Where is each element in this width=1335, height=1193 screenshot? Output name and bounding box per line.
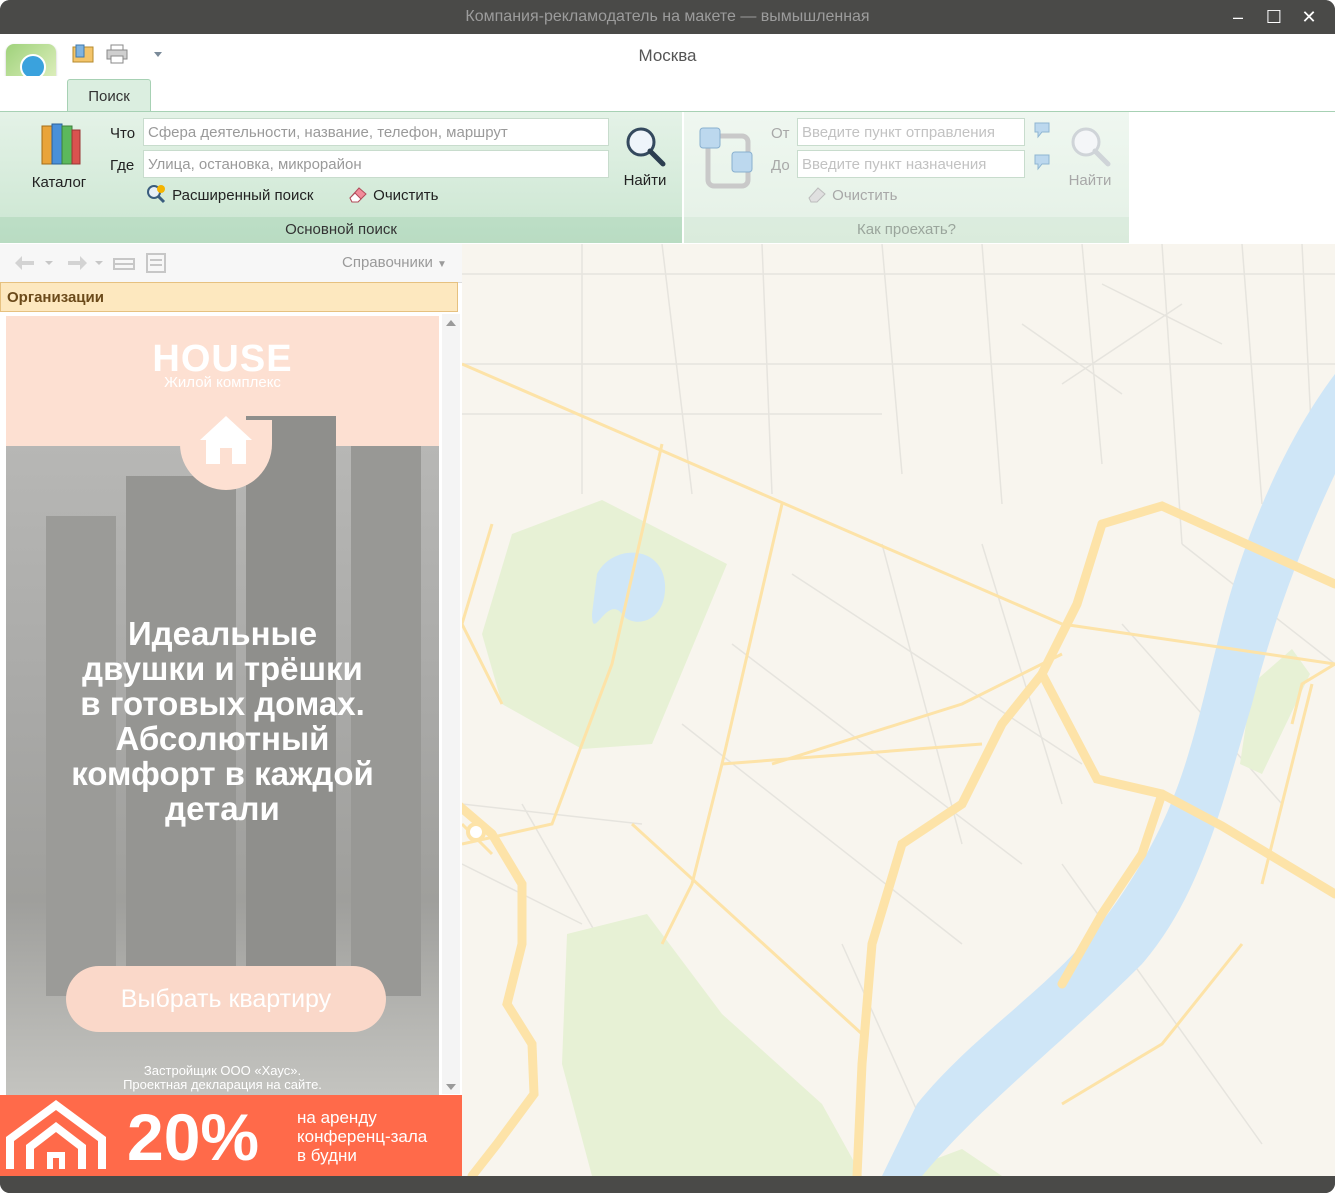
where-label: Где xyxy=(110,157,135,174)
ad-banner[interactable]: HOUSE Жилой комплекс Идеальные двушки и … xyxy=(6,316,439,1096)
what-input[interactable]: Сфера деятельности, название, телефон, м… xyxy=(143,118,609,146)
panel-scrollbar[interactable] xyxy=(442,314,460,1094)
clear-button[interactable]: Очистить xyxy=(347,184,438,208)
route-clear-label: Очистить xyxy=(832,186,898,204)
advanced-search-button[interactable]: Расширенный поиск xyxy=(146,184,313,208)
ad-footer: Застройщик ООО «Хаус». Проектная деклара… xyxy=(6,1064,439,1092)
promo-line: конференц-зала xyxy=(297,1127,428,1146)
find-button[interactable]: Найти xyxy=(616,124,674,189)
catalog-icon xyxy=(41,123,81,165)
tab-search[interactable]: Поиск xyxy=(67,79,151,113)
ad-headline-line: двушки и трёшки xyxy=(82,650,363,687)
what-label: Что xyxy=(110,125,136,142)
ad-headline-line: Идеальные xyxy=(127,615,318,652)
ad-footer-line: Проектная декларация на сайте. xyxy=(123,1077,322,1092)
clear-label: Очистить xyxy=(373,186,439,204)
route-group: От Введите пункт отправления До Введите … xyxy=(684,112,1129,243)
title-bar: Компания-рекламодатель на макете — вымыш… xyxy=(0,0,1335,34)
client-area: Москва Поиск Каталог Что Сфера деятельно… xyxy=(0,34,1335,1176)
magnifier-plus-icon xyxy=(146,184,168,208)
maximize-button[interactable]: ☐ xyxy=(1259,4,1289,30)
forward-dropdown-icon[interactable] xyxy=(94,253,104,278)
references-chevron-down-icon: ▼ xyxy=(437,259,447,270)
ad-headline: Идеальные двушки и трёшки в готовых дома… xyxy=(26,616,419,826)
ad-subtitle: Жилой комплекс xyxy=(164,374,281,391)
from-pin-icon[interactable] xyxy=(1032,120,1052,145)
left-panel: Справочники ▼ Организации HOUSE Жилой ко… xyxy=(0,244,463,1176)
advanced-search-label: Расширенный поиск xyxy=(172,186,314,204)
route-ab-icon xyxy=(698,126,754,201)
ribbon-tabs: Поиск xyxy=(0,76,1335,113)
catalog-label: Каталог xyxy=(31,174,87,191)
route-find-label: Найти xyxy=(1068,172,1112,189)
search-icon xyxy=(626,127,666,167)
back-dropdown-icon[interactable] xyxy=(44,253,54,278)
minimize-button[interactable]: – xyxy=(1223,4,1253,30)
promo-line: на аренду xyxy=(297,1108,377,1127)
to-pin-icon[interactable] xyxy=(1032,152,1052,177)
main-search-group-label: Основной поиск xyxy=(0,217,682,243)
app-window: Компания-рекламодатель на макете — вымыш… xyxy=(0,0,1335,1193)
references-label: Справочники xyxy=(342,254,433,271)
references-dropdown[interactable]: Справочники ▼ xyxy=(342,254,447,271)
promo-percent: 20% xyxy=(127,1100,260,1174)
route-find-button[interactable]: Найти xyxy=(1060,124,1120,189)
to-label: До xyxy=(771,157,790,174)
ad-headline-line: комфорт в каждой xyxy=(71,755,374,792)
route-group-label: Как проехать? xyxy=(684,217,1129,243)
ad-headline-line: Абсолютный xyxy=(115,720,330,757)
organizations-header[interactable]: Организации xyxy=(0,282,458,312)
promo-banner[interactable]: 20% на аренду конференц-зала в будни xyxy=(0,1095,462,1176)
route-eraser-icon xyxy=(806,184,828,208)
ribbon: Каталог Что Сфера деятельности, название… xyxy=(0,111,1335,244)
customize-arrow-icon[interactable] xyxy=(152,44,164,64)
ad-footer-line: Застройщик ООО «Хаус». xyxy=(143,1063,302,1078)
catalog-button[interactable]: Каталог xyxy=(20,120,98,191)
close-button[interactable]: ✕ xyxy=(1294,4,1324,30)
promo-text: на аренду конференц-зала в будни xyxy=(297,1108,427,1165)
window-bottom-border xyxy=(0,1176,1335,1193)
forward-arrow-icon[interactable] xyxy=(64,253,90,278)
to-input[interactable]: Введите пункт назначения xyxy=(797,150,1025,178)
eraser-icon xyxy=(347,184,369,208)
promo-line: в будни xyxy=(297,1146,357,1165)
window-title: Компания-рекламодатель на макете — вымыш… xyxy=(465,8,870,25)
panel-toolbar: Справочники ▼ xyxy=(0,244,462,283)
from-input[interactable]: Введите пункт отправления xyxy=(797,118,1025,146)
from-label: От xyxy=(771,125,790,142)
choose-apartment-button[interactable]: Выбрать квартиру xyxy=(66,966,386,1032)
ad-headline-line: в готовых домах. xyxy=(80,685,365,722)
list-view-icon[interactable] xyxy=(112,253,136,278)
house-icon xyxy=(196,412,256,473)
print-icon[interactable] xyxy=(106,44,128,64)
route-search-icon xyxy=(1071,127,1111,167)
back-arrow-icon[interactable] xyxy=(12,253,38,278)
layout-icon[interactable] xyxy=(72,44,94,64)
scroll-up-icon xyxy=(446,320,456,326)
ad-headline-line: детали xyxy=(165,790,280,827)
scroll-down-icon xyxy=(446,1084,456,1090)
city-title: Москва xyxy=(638,46,697,65)
map-view[interactable] xyxy=(462,244,1335,1176)
main-search-group: Каталог Что Сфера деятельности, название… xyxy=(0,112,682,243)
find-label: Найти xyxy=(623,172,667,189)
route-clear-button[interactable]: Очистить xyxy=(806,184,897,208)
where-input[interactable]: Улица, остановка, микрорайон xyxy=(143,150,609,178)
quick-access-bar: Москва xyxy=(0,34,1335,76)
card-view-icon[interactable] xyxy=(144,251,168,280)
building-logo-icon xyxy=(6,1099,106,1176)
